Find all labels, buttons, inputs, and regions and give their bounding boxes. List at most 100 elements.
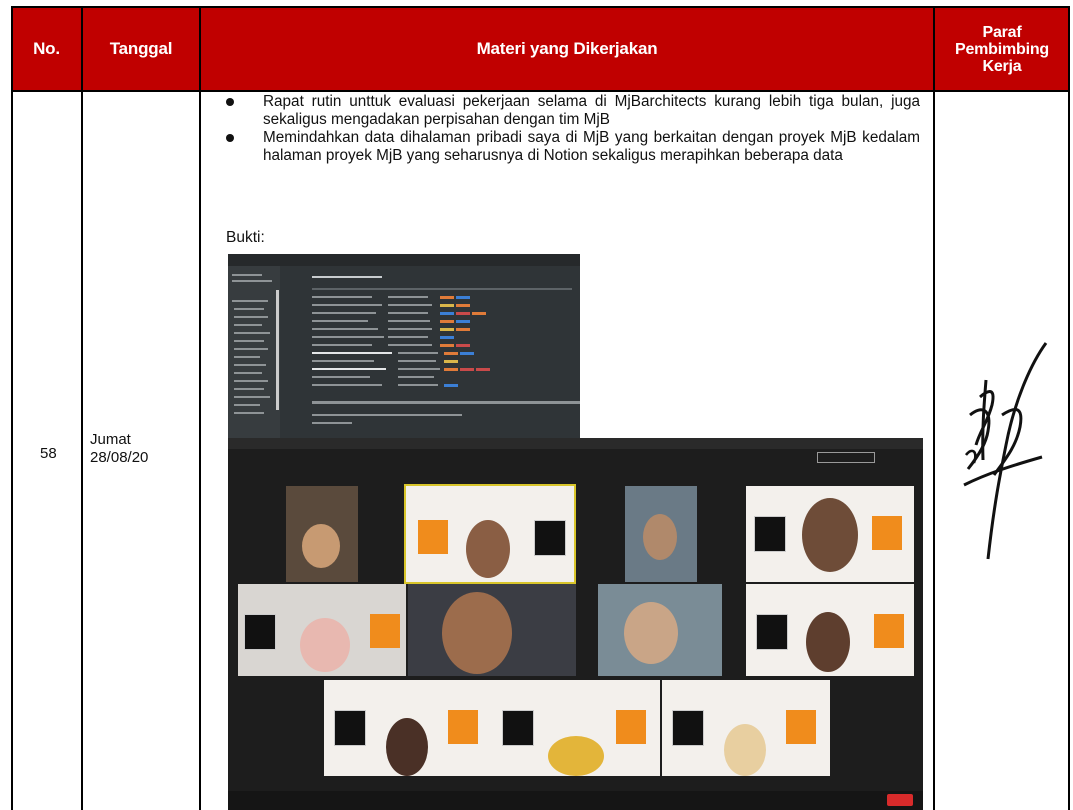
slide-logo [786,710,816,744]
row-line [312,344,372,346]
slide-logo [672,710,704,746]
participant-tile [408,584,576,676]
tag [440,320,454,323]
tag [472,312,486,315]
header-divider [11,90,1070,92]
row-date-value: 28/08/20 [90,449,149,466]
tag [476,368,490,371]
row-line [388,336,428,338]
speaker-view-button[interactable] [817,452,875,463]
row-line [312,304,382,306]
scrollbar[interactable] [276,290,279,410]
slide-logo [502,710,534,746]
row-line [312,328,378,330]
sidebar-line [234,308,264,310]
tag [444,368,458,371]
row-line [312,312,376,314]
row-line [398,384,438,386]
row-date: Jumat 28/08/20 [90,431,148,467]
row-line [388,304,432,306]
row-line [312,376,370,378]
zoom-titlebar [228,438,923,449]
slide-logo [754,516,786,552]
slide-logo [370,614,400,648]
tag [440,344,454,347]
bullet-icon [226,134,234,142]
row-line [312,352,392,354]
database-title [312,276,382,278]
sidebar-line [234,332,270,334]
task-item: Rapat rutin unttuk evaluasi pekerjaan se… [220,93,920,129]
tag [440,312,454,315]
row-line [398,360,436,362]
sidebar-line [234,364,266,366]
header-date: Tanggal [82,6,200,91]
row-line [312,384,382,386]
participant-face [802,498,858,572]
tag [456,312,470,315]
zoom-toolbar [228,791,923,810]
header-signature-line1: Paraf [982,24,1022,41]
column-header-line [312,288,572,290]
slide-logo [756,614,788,650]
participant-face [548,736,604,776]
sidebar-line [232,274,262,276]
horizontal-scrollbar[interactable] [312,401,580,404]
participant-tile [598,584,722,676]
header-material: Materi yang Dikerjakan [200,6,934,91]
tag [444,360,458,363]
slide-logo [872,516,902,550]
sidebar-line [234,316,268,318]
slide-logo [874,614,904,648]
table-border-right [1068,6,1070,810]
col-divider-2 [199,6,201,810]
header-no: No. [11,6,82,91]
notion-titlebar [228,254,580,266]
handwritten-signature [963,342,1048,560]
tag [456,328,470,331]
participant-face [724,724,766,776]
sidebar-line [234,356,260,358]
bullet-icon [226,98,234,106]
participant-tile [286,486,358,582]
row-day: Jumat [90,431,131,448]
sidebar-line [234,412,264,414]
row-line [388,328,432,330]
row-line [388,296,428,298]
footer-line [312,422,352,424]
slide-logo [244,614,276,650]
footer-line [312,414,462,416]
sidebar-line [234,388,264,390]
participant-tile [662,680,830,776]
row-line [398,352,438,354]
tag [456,344,470,347]
sidebar-line [232,300,268,302]
participant-face [302,524,340,568]
participant-tile [746,584,914,676]
participant-tile [324,680,492,776]
participant-face [466,520,510,578]
row-line [312,336,384,338]
participant-tile [238,584,406,676]
task-list: Rapat rutin unttuk evaluasi pekerjaan se… [220,93,920,165]
tag [440,304,454,307]
end-meeting-button[interactable] [887,794,913,806]
row-line [388,320,430,322]
row-line [398,368,440,370]
tag [444,384,458,387]
tag [440,296,454,299]
sidebar-line [234,380,268,382]
tag [456,320,470,323]
row-number: 58 [40,445,57,462]
evidence-label: Bukti: [226,229,265,246]
row-line [312,368,386,370]
tag [440,336,454,339]
sidebar-line [234,348,268,350]
participant-face [442,592,512,674]
slide-logo [418,520,448,554]
tag [460,352,474,355]
tag [440,328,454,331]
sidebar-line [232,280,272,282]
slide-logo [334,710,366,746]
participant-face [624,602,678,664]
